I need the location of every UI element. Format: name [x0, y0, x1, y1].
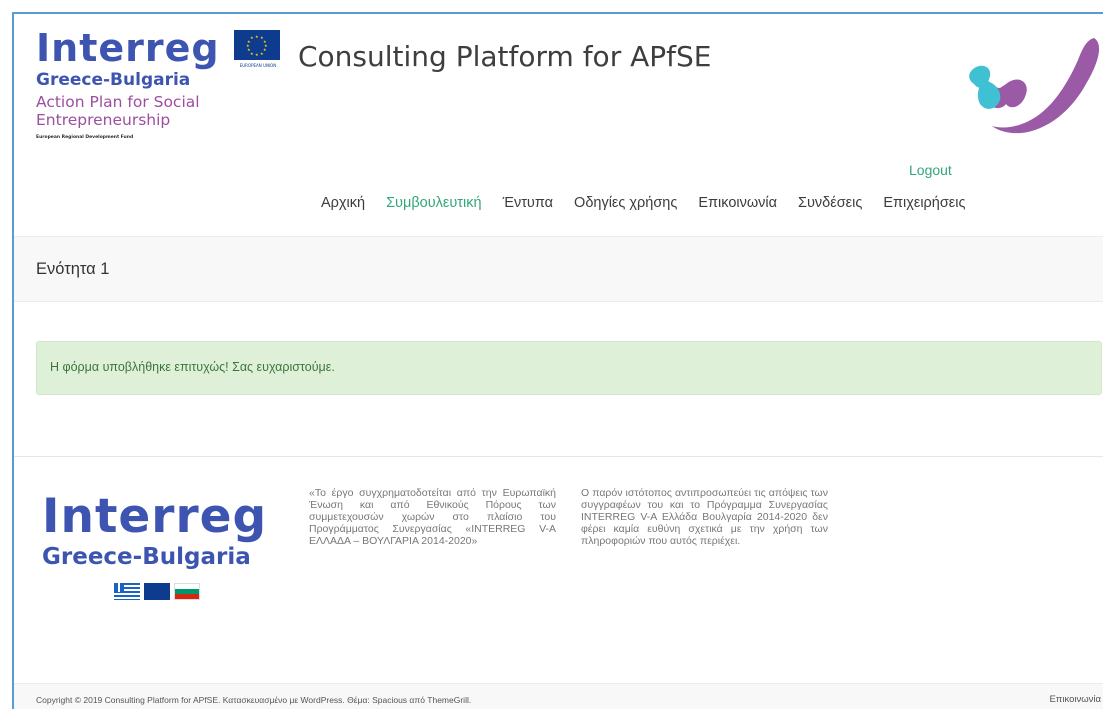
footer-flags	[114, 583, 200, 600]
footer-divider	[14, 456, 1103, 457]
site-header: Interreg Greece-Bulgaria Action Plan for…	[14, 14, 1103, 236]
eu-flag-label: EUROPEAN UNION	[239, 63, 277, 68]
bulgarian-flag-icon	[174, 583, 200, 600]
brand-figure-icon	[969, 38, 1100, 134]
logout-link[interactable]: Logout	[909, 162, 952, 178]
footer-bottom-bar: Copyright © 2019 Consulting Platform for…	[14, 683, 1103, 709]
footer-contact-link[interactable]: Επικοινωνία	[1049, 694, 1101, 705]
copyright-text: Copyright © 2019 Consulting Platform for…	[36, 695, 472, 705]
footer-logo-region: Greece-Bulgaria	[42, 544, 251, 570]
nav-item-links[interactable]: Συνδέσεις	[798, 195, 862, 211]
footer-funding-text: «Το έργο συγχρηματοδοτείται από την Ευρω…	[309, 487, 556, 547]
nav-item-consulting[interactable]: Συμβουλευτική	[386, 195, 482, 211]
nav-item-businesses[interactable]: Επιχειρήσεις	[883, 195, 965, 211]
nav-item-forms[interactable]: Έντυπα	[503, 195, 553, 211]
logo-brand: Interreg	[36, 26, 220, 70]
logo-region: Greece-Bulgaria	[36, 70, 191, 90]
success-alert-message: Η φόρμα υποβλήθηκε επιτυχώς! Σας ευχαρισ…	[50, 360, 335, 374]
eu-flag-small-icon	[144, 583, 170, 600]
nav-item-contact[interactable]: Επικοινωνία	[698, 195, 777, 211]
eu-flag-icon: ★ ★ ★ ★ ★ ★ ★ ★ ★ ★ ★ ★	[234, 30, 280, 60]
success-alert: Η φόρμα υποβλήθηκε επιτυχώς! Σας ευχαρισ…	[36, 341, 1102, 395]
greek-flag-icon	[114, 583, 140, 600]
nav-item-home[interactable]: Αρχική	[321, 195, 365, 211]
footer-disclaimer-text: Ο παρόν ιστότοπος αντιπροσωπεύει τις από…	[581, 487, 828, 547]
page-title: Ενότητα 1	[36, 260, 110, 278]
interreg-logo[interactable]: Interreg Greece-Bulgaria Action Plan for…	[36, 28, 236, 140]
footer-logo-brand: Interreg	[42, 489, 268, 544]
browser-frame: Interreg Greece-Bulgaria Action Plan for…	[12, 12, 1103, 709]
site-title[interactable]: Consulting Platform for APfSE	[298, 40, 711, 73]
logo-fund: European Regional Development Fund	[36, 135, 134, 140]
logo-tagline-2: Entrepreneurship	[36, 111, 171, 129]
logo-tagline-1: Action Plan for Social	[36, 93, 200, 111]
page-title-bar: Ενότητα 1	[14, 236, 1103, 302]
nav-item-instructions[interactable]: Οδηγίες χρήσης	[574, 195, 677, 211]
footer-interreg-logo: Interreg Greece-Bulgaria	[42, 489, 286, 571]
main-nav: Αρχική Συμβουλευτική Έντυπα Οδηγίες χρήσ…	[321, 195, 965, 211]
